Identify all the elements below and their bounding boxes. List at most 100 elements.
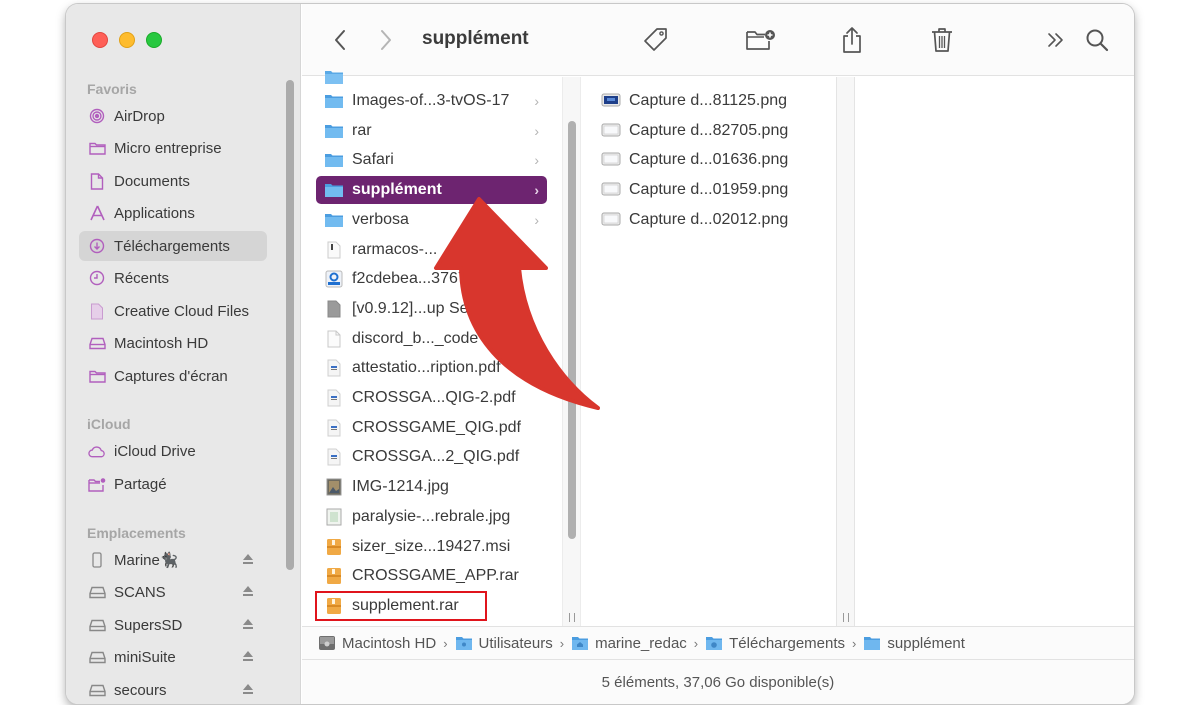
- sidebar-item-marine[interactable]: Marine🐈‍⬛: [79, 545, 267, 575]
- folder-plus-icon: [746, 30, 775, 50]
- list-item-label: supplément: [352, 181, 442, 199]
- eject-icon[interactable]: [241, 649, 255, 663]
- list-item[interactable]: CROSSGAME_QIG.pdf: [316, 414, 547, 442]
- drive-icon: [88, 583, 106, 601]
- list-item[interactable]: supplement.rar: [315, 590, 487, 621]
- close-button[interactable]: [92, 32, 108, 48]
- search-icon: [1086, 29, 1109, 52]
- sidebar-item-applications[interactable]: Applications: [79, 198, 267, 228]
- list-item-label: CROSSGA...QIG-2.pdf: [352, 389, 516, 406]
- list-item-label: rar: [352, 121, 372, 139]
- list-item-label: rarmacos-...: [352, 240, 438, 258]
- list-item[interactable]: Images-of...3-tvOS-17 ›: [316, 87, 547, 115]
- list-item[interactable]: paralysie-...rebrale.jpg: [316, 503, 547, 531]
- app-icon: [324, 269, 344, 289]
- sidebar-item-icloud-drive[interactable]: iCloud Drive: [79, 436, 267, 466]
- sidebar-item-airdrop[interactable]: AirDrop: [79, 101, 267, 131]
- crumb-utilisateurs[interactable]: Utilisateurs: [455, 635, 553, 652]
- sidebar-item-scans[interactable]: SCANS: [79, 577, 267, 607]
- list-item-label: CROSSGAME_APP.rar: [352, 567, 519, 585]
- sidebar-item-superssd[interactable]: SupersSD: [79, 610, 267, 640]
- crumb-marine-redac[interactable]: marine_redac: [571, 635, 687, 652]
- eject-icon[interactable]: [241, 617, 255, 631]
- list-item[interactable]: CROSSGAME_APP.rar: [316, 562, 547, 590]
- list-item[interactable]: rar ›: [316, 117, 547, 145]
- sidebar-scrollbar[interactable]: [286, 80, 294, 570]
- more-button[interactable]: [1042, 26, 1070, 54]
- list-item[interactable]: Capture d...01959.png: [601, 176, 788, 204]
- chevron-right-icon: ›: [534, 93, 539, 109]
- list-item[interactable]: CROSSGA...2_QIG.pdf: [316, 443, 547, 471]
- list-item[interactable]: Capture d...02012.png: [601, 206, 788, 234]
- folder-icon: [88, 367, 106, 385]
- eject-icon[interactable]: [241, 584, 255, 598]
- list-item[interactable]: verbosa ›: [316, 206, 547, 234]
- column1-scrollbar-track[interactable]: [562, 77, 581, 626]
- list-item[interactable]: f2cdebea...3767...b3: [316, 265, 547, 293]
- list-item-label: Capture d...82705.png: [629, 121, 789, 139]
- zoom-button[interactable]: [146, 32, 162, 48]
- column1-scrollbar-thumb[interactable]: [568, 121, 576, 539]
- search-button[interactable]: [1083, 26, 1111, 54]
- crumb-label: Téléchargements: [729, 634, 846, 652]
- crumb-label: marine_redac: [595, 634, 687, 652]
- sidebar-item-minisuite[interactable]: miniSuite: [79, 642, 267, 672]
- column-resize-grip[interactable]: [843, 613, 849, 622]
- document-icon: [324, 240, 344, 260]
- crumb-telechargements[interactable]: Téléchargements: [705, 635, 845, 652]
- trash-button[interactable]: [928, 26, 956, 54]
- share-button[interactable]: [838, 26, 866, 54]
- list-item-label: Capture d...01636.png: [629, 151, 789, 169]
- column2-scrollbar-track[interactable]: [836, 77, 855, 626]
- column-resize-grip[interactable]: [569, 613, 575, 622]
- sidebar-section-favoris: Favoris: [87, 81, 137, 97]
- list-item[interactable]: CROSSGA...QIG-2.pdf: [316, 384, 547, 412]
- minimize-button[interactable]: [119, 32, 135, 48]
- list-item[interactable]: Capture d...82705.png: [601, 117, 788, 145]
- column-supplement: Capture d...81125.png Capture d...82705.p…: [581, 77, 836, 626]
- list-item-label: Safari: [352, 151, 394, 169]
- list-item[interactable]: Capture d...01636.png: [601, 146, 788, 174]
- pdf-icon: [324, 388, 344, 408]
- list-item-label: paralysie-...rebrale.jpg: [352, 507, 511, 525]
- sidebar-item-captures[interactable]: Captures d'écran: [79, 361, 267, 391]
- list-item[interactable]: [v0.9.12]...up Setup.bat: [316, 295, 547, 323]
- list-item[interactable]: Safari ›: [316, 146, 547, 174]
- list-item[interactable]: sizer_size...19427.msi: [316, 533, 547, 561]
- hard-drive-icon: [319, 636, 335, 650]
- eject-icon[interactable]: [241, 552, 255, 566]
- crumb-macintosh-hd[interactable]: Macintosh HD: [318, 635, 436, 652]
- list-item-selected[interactable]: supplément ›: [316, 176, 547, 205]
- sidebar-item-creative-cloud[interactable]: Creative Cloud Files: [79, 296, 267, 326]
- list-item[interactable]: attestatio...ription.pdf: [316, 354, 547, 382]
- sidebar-item-secours[interactable]: secours: [79, 675, 267, 704]
- list-item[interactable]: discord_b..._code: [316, 325, 547, 353]
- screenshot-icon: [601, 93, 621, 109]
- tag-button[interactable]: [642, 26, 670, 54]
- crumb-supplement[interactable]: supplément: [863, 635, 965, 652]
- eject-icon[interactable]: [241, 682, 255, 696]
- chevron-right-icon: [381, 30, 391, 50]
- list-item-label: attestatio...ription.pdf: [352, 359, 501, 377]
- list-item[interactable]: rarmacos-...: [316, 236, 547, 264]
- list-item[interactable]: IMG-1214.jpg: [316, 473, 547, 501]
- list-item-label: Capture d...02012.png: [629, 210, 789, 228]
- sidebar-item-recents[interactable]: Récents: [79, 263, 267, 293]
- sidebar-item-micro-entreprise[interactable]: Micro entreprise: [79, 133, 267, 163]
- sidebar-item-label: AirDrop: [114, 107, 165, 125]
- forward-button[interactable]: [372, 26, 400, 54]
- sidebar-item-telechargements[interactable]: Téléchargements: [79, 231, 267, 261]
- back-button[interactable]: [326, 26, 354, 54]
- sidebar-item-label: Documents: [114, 172, 190, 190]
- folder-icon: [324, 67, 344, 87]
- folder-icon: [324, 210, 344, 230]
- path-bar: Macintosh HD › Utilisateurs › marine_red…: [302, 626, 1134, 660]
- list-item-label: f2cdebea...3767...b3: [352, 270, 498, 288]
- sidebar-item-documents[interactable]: Documents: [79, 166, 267, 196]
- sidebar-item-macintosh-hd[interactable]: Macintosh HD: [79, 328, 267, 358]
- sidebar-item-label: SCANS: [114, 583, 166, 601]
- list-item[interactable]: Capture d...81125.png: [601, 87, 787, 115]
- new-folder-button[interactable]: [744, 26, 778, 54]
- screenshot-icon: [601, 152, 621, 168]
- sidebar-item-partage[interactable]: Partagé: [79, 469, 267, 499]
